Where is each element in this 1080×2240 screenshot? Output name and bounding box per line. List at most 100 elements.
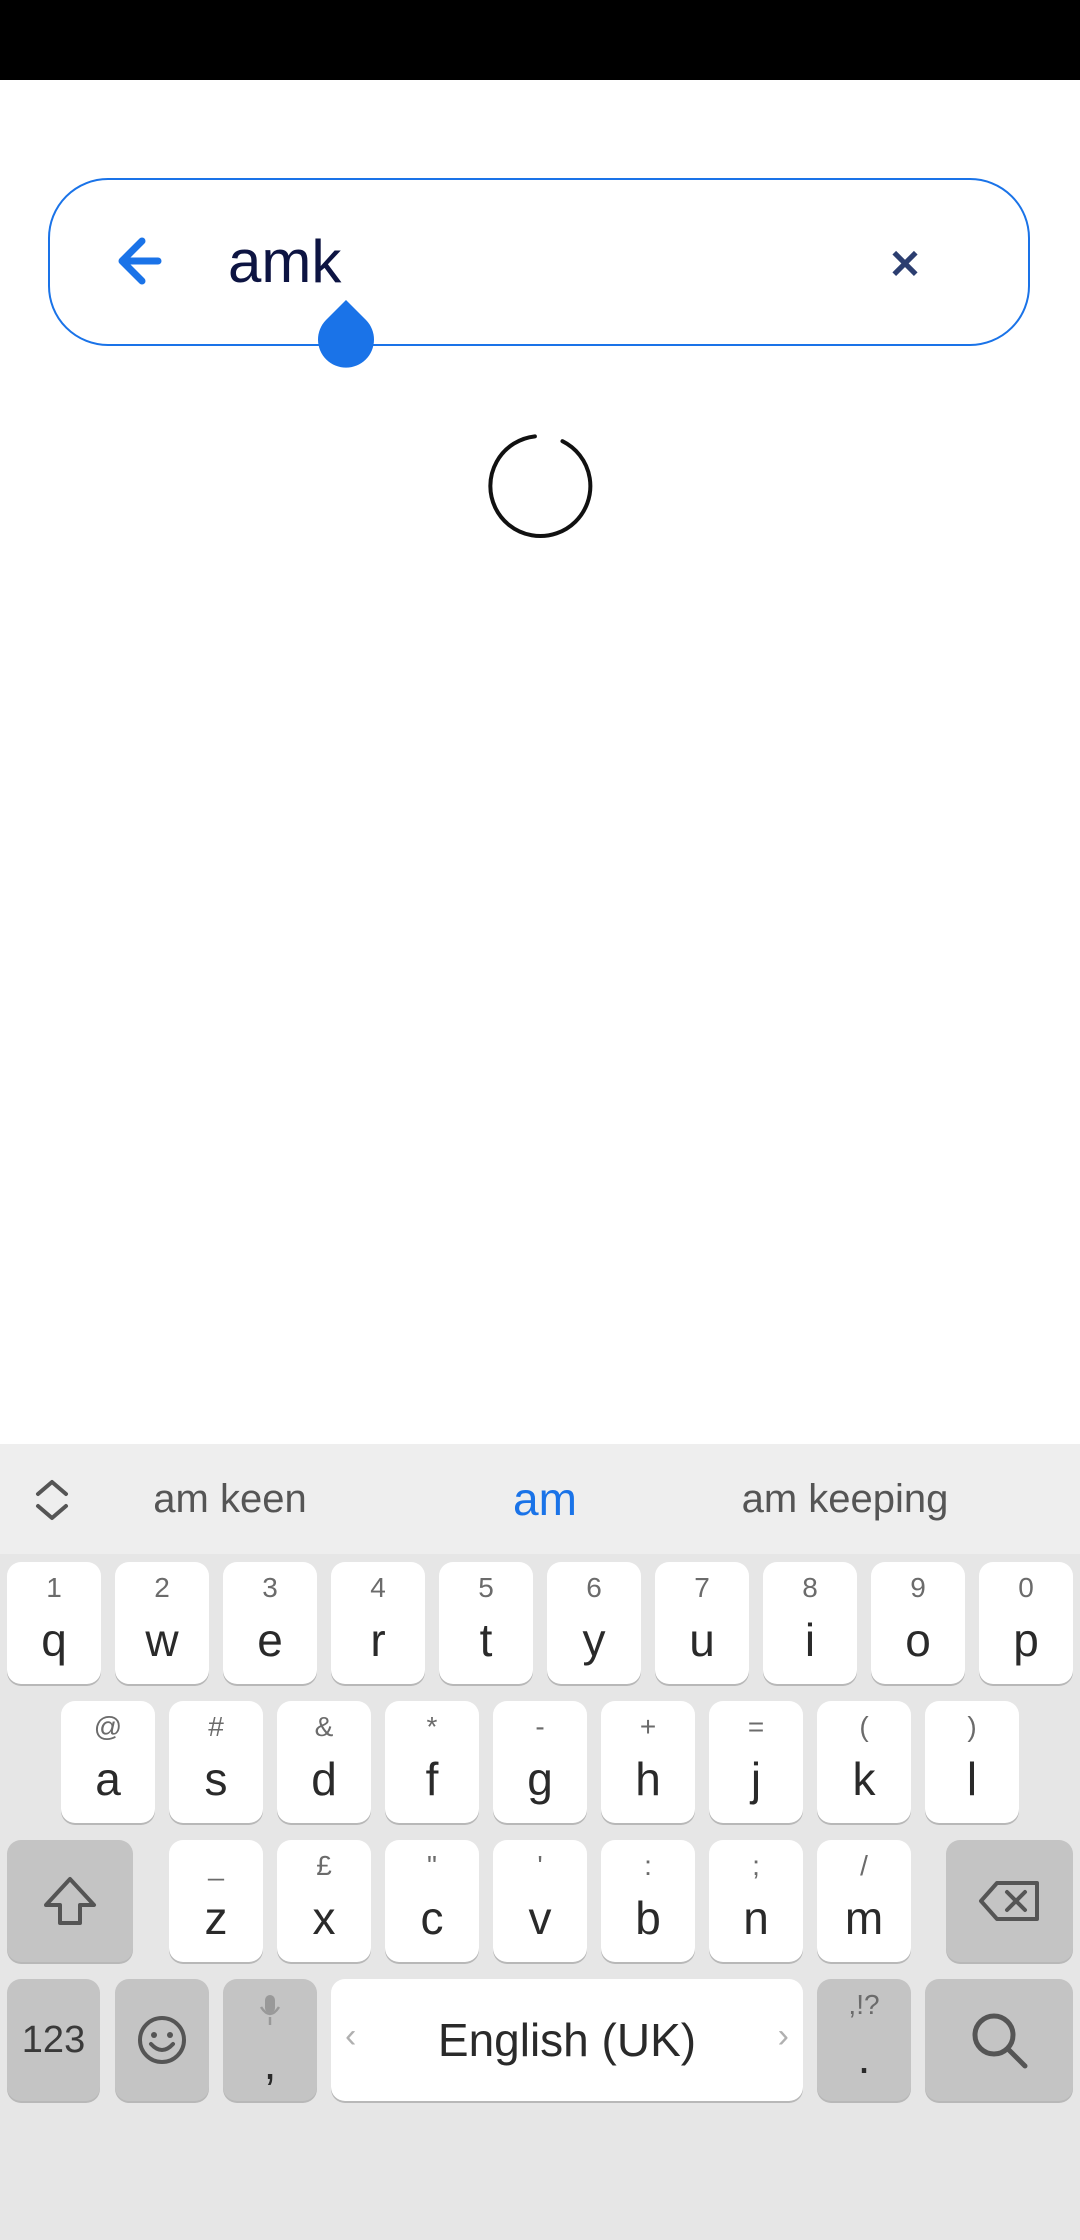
key-h[interactable]: + h xyxy=(601,1701,695,1823)
backspace-key[interactable] xyxy=(946,1840,1073,1962)
back-arrow-icon[interactable] xyxy=(110,226,180,296)
key-secondary-label: 9 xyxy=(910,1572,926,1603)
key-secondary-label: ' xyxy=(537,1850,543,1881)
key-r[interactable]: 4r xyxy=(331,1562,425,1684)
key-primary-label: e xyxy=(257,1614,283,1666)
key-primary-label: a xyxy=(95,1753,121,1805)
key-secondary-label: _ xyxy=(208,1850,224,1881)
key-primary-label: q xyxy=(41,1614,67,1666)
key-d[interactable]: & d xyxy=(277,1701,371,1823)
key-v[interactable]: ' v xyxy=(493,1840,587,1962)
comma-key[interactable]: , xyxy=(223,1979,317,2101)
status-bar xyxy=(0,0,1080,80)
numbers-key[interactable]: 123 xyxy=(7,1979,100,2101)
key-secondary-label: £ xyxy=(316,1850,332,1881)
period-key[interactable]: ,!? . xyxy=(817,1979,911,2101)
clear-icon[interactable]: ✕ xyxy=(880,240,930,290)
keyboard: am keen am am keeping 1q2w3e4r5t6y7u8i9o… xyxy=(0,1444,1080,2240)
key-p[interactable]: 0p xyxy=(979,1562,1073,1684)
key-secondary-label: : xyxy=(644,1850,652,1881)
key-secondary-label: & xyxy=(314,1711,334,1742)
key-w[interactable]: 2w xyxy=(115,1562,209,1684)
key-secondary-label: / xyxy=(860,1850,868,1881)
key-secondary-label: @ xyxy=(93,1711,123,1742)
key-secondary-label: ) xyxy=(967,1711,977,1742)
key-s[interactable]: # s xyxy=(169,1701,263,1823)
space-key[interactable]: ‹ English (UK) › xyxy=(331,1979,803,2101)
backspace-icon xyxy=(946,1840,1073,1962)
key-secondary-label: 3 xyxy=(262,1572,278,1603)
key-secondary-label: ( xyxy=(859,1711,869,1742)
key-primary-label: w xyxy=(145,1614,179,1666)
key-secondary-label: 2 xyxy=(154,1572,170,1603)
key-b[interactable]: :b xyxy=(601,1840,695,1962)
key-primary-label: r xyxy=(370,1614,386,1666)
key-primary-label: n xyxy=(743,1892,769,1944)
emoji-icon xyxy=(115,1979,209,2101)
key-secondary-label: 5 xyxy=(478,1572,494,1603)
key-x[interactable]: £ x xyxy=(277,1840,371,1962)
key-primary-label: b xyxy=(635,1892,661,1944)
key-t[interactable]: 5t xyxy=(439,1562,533,1684)
mic-icon xyxy=(223,1993,317,2034)
key-n[interactable]: ; n xyxy=(709,1840,803,1962)
search-input[interactable]: amk xyxy=(228,222,341,302)
key-primary-label: u xyxy=(689,1614,715,1666)
search-key[interactable] xyxy=(925,1979,1073,2101)
key-secondary-label: = xyxy=(747,1711,765,1742)
emoji-key[interactable] xyxy=(115,1979,209,2101)
suggestion-center[interactable]: am xyxy=(420,1444,670,1554)
key-z[interactable]: _ z xyxy=(169,1840,263,1962)
key-u[interactable]: 7u xyxy=(655,1562,749,1684)
key-q[interactable]: 1q xyxy=(7,1562,101,1684)
key-secondary-label: 7 xyxy=(694,1572,710,1603)
suggestion-expand-icon[interactable] xyxy=(30,1476,74,1524)
key-primary-label: x xyxy=(312,1892,336,1944)
key-a[interactable]: @ a xyxy=(61,1701,155,1823)
shift-icon xyxy=(7,1840,133,1962)
key-secondary-label: # xyxy=(208,1711,224,1742)
key-primary-label: g xyxy=(527,1753,553,1805)
key-primary-label: s xyxy=(204,1753,228,1805)
key-secondary-label: ; xyxy=(752,1850,760,1881)
key-j[interactable]: = j xyxy=(709,1701,803,1823)
key-k[interactable]: (k xyxy=(817,1701,911,1823)
loading-spinner xyxy=(484,432,596,544)
key-l[interactable]: ) l xyxy=(925,1701,1019,1823)
key-secondary-label: + xyxy=(639,1711,657,1742)
cursor-handle[interactable] xyxy=(314,296,378,370)
key-primary-label: f xyxy=(425,1753,439,1805)
key-secondary-label: 0 xyxy=(1018,1572,1034,1603)
key-secondary-label: 1 xyxy=(46,1572,62,1603)
key-m[interactable]: / m xyxy=(817,1840,911,1962)
key-secondary-label: 6 xyxy=(586,1572,602,1603)
key-secondary-label: " xyxy=(427,1850,437,1881)
suggestion-right[interactable]: am keeping xyxy=(700,1444,990,1554)
key-secondary-label: 8 xyxy=(802,1572,818,1603)
key-secondary-label: - xyxy=(535,1711,545,1742)
key-secondary-label: * xyxy=(426,1711,438,1742)
key-primary-label: h xyxy=(635,1753,661,1805)
key-primary-label: c xyxy=(420,1892,444,1944)
suggestion-bar: am keen am am keeping xyxy=(0,1444,1080,1554)
key-secondary-label: 4 xyxy=(370,1572,386,1603)
key-y[interactable]: 6y xyxy=(547,1562,641,1684)
shift-key[interactable] xyxy=(7,1840,133,1962)
space-label: English (UK) xyxy=(437,2014,697,2066)
key-g[interactable]: -g xyxy=(493,1701,587,1823)
key-e[interactable]: 3e xyxy=(223,1562,317,1684)
key-f[interactable]: * f xyxy=(385,1701,479,1823)
key-primary-label: v xyxy=(528,1892,552,1944)
key-primary-label: j xyxy=(750,1753,762,1805)
key-i[interactable]: 8i xyxy=(763,1562,857,1684)
key-primary-label: t xyxy=(479,1614,493,1666)
key-o[interactable]: 9o xyxy=(871,1562,965,1684)
key-primary-label: m xyxy=(844,1892,884,1944)
key-primary-label: l xyxy=(966,1753,978,1805)
suggestion-left[interactable]: am keen xyxy=(110,1444,350,1554)
key-primary-label: z xyxy=(204,1892,228,1944)
search-icon xyxy=(925,1979,1073,2101)
key-primary-label: i xyxy=(804,1614,816,1666)
key-c[interactable]: " c xyxy=(385,1840,479,1962)
key-primary-label: o xyxy=(905,1614,931,1666)
